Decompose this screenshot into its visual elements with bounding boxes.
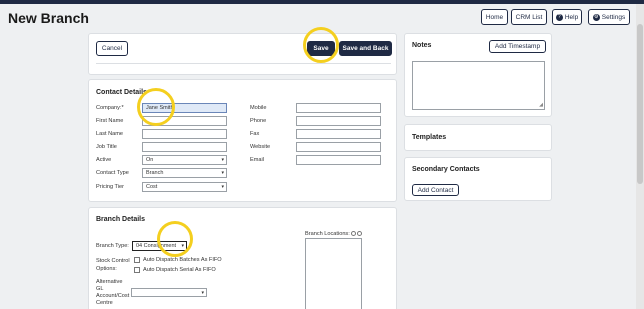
mobile-input[interactable]	[296, 103, 381, 113]
auto-dispatch-batches-label: Auto Dispatch Batches As FIFO	[143, 257, 222, 263]
job-title-input[interactable]	[142, 142, 227, 152]
top-strip	[0, 0, 644, 4]
stock-control-label: Stock Control	[96, 258, 130, 264]
add-location-icon[interactable]	[351, 231, 356, 236]
fax-input[interactable]	[296, 129, 381, 139]
templates-card: Templates	[404, 124, 552, 151]
contact-type-label: Contact Type	[96, 170, 129, 176]
phone-label: Phone	[250, 118, 267, 124]
company-label: Company:*	[96, 105, 124, 111]
help-button[interactable]: ? Help	[552, 9, 582, 25]
job-title-label: Job Title	[96, 144, 117, 150]
scrollbar-thumb[interactable]	[637, 24, 643, 184]
crm-list-label: CRM List	[515, 13, 543, 21]
help-label: Help	[564, 13, 579, 21]
action-bar-card: Cancel Save Save and Back	[88, 33, 397, 75]
chevron-down-icon: ▾	[221, 157, 224, 163]
alt-gl-select[interactable]: ▾	[131, 288, 207, 297]
notes-card: Notes Add Timestamp ◢	[404, 33, 552, 117]
chevron-down-icon: ▾	[181, 243, 184, 249]
auto-dispatch-serial-checkbox[interactable]	[134, 267, 140, 273]
branch-details-card: Branch Details Branch Type: 04 Consignme…	[88, 207, 397, 309]
stock-control-options-label: Options:	[96, 266, 117, 272]
chevron-down-icon: ▾	[201, 289, 204, 296]
branch-details-title: Branch Details	[96, 216, 146, 223]
help-icon: ?	[555, 13, 563, 21]
auto-dispatch-batches-checkbox[interactable]	[134, 257, 140, 263]
alt-gl-label-4: Centre	[96, 300, 113, 306]
active-select[interactable]: On ▾	[142, 155, 227, 165]
crm-list-button[interactable]: CRM List	[511, 9, 547, 25]
website-label: Website	[250, 144, 271, 150]
templates-title: Templates	[412, 134, 447, 141]
gear-icon: ⚙	[592, 13, 600, 21]
chevron-down-icon: ▾	[221, 170, 224, 176]
page-scrollbar[interactable]	[636, 4, 644, 309]
contact-details-title: Contact Details	[96, 89, 147, 96]
add-timestamp-button[interactable]: Add Timestamp	[489, 40, 546, 53]
pricing-tier-label: Pricing Tier	[96, 184, 124, 190]
notes-textarea[interactable]: ◢	[412, 61, 545, 110]
home-button[interactable]: Home	[481, 9, 508, 25]
page-title: New Branch	[8, 10, 89, 26]
fax-label: Fax	[250, 131, 260, 137]
cancel-button[interactable]: Cancel	[96, 41, 128, 56]
branch-locations-list[interactable]	[305, 238, 362, 309]
first-name-label: First Name	[96, 118, 124, 124]
active-value: On	[146, 157, 154, 163]
chevron-down-icon: ▾	[221, 184, 224, 190]
pricing-tier-value: Cost	[146, 184, 158, 190]
alt-gl-label-2: GL	[96, 286, 104, 292]
action-divider	[96, 63, 391, 64]
contact-details-card: Contact Details Company:* Jane Smith Fir…	[88, 79, 397, 202]
alt-gl-label-1: Alternative	[96, 279, 123, 285]
first-name-input[interactable]	[142, 116, 227, 126]
mobile-label: Mobile	[250, 105, 267, 111]
email-input[interactable]	[296, 155, 381, 165]
last-name-input[interactable]	[142, 129, 227, 139]
auto-dispatch-serial-label: Auto Dispatch Serial As FIFO	[143, 267, 216, 273]
alt-gl-label-3: Account/Cost	[96, 293, 130, 299]
branch-type-label: Branch Type:	[96, 243, 129, 249]
company-input[interactable]: Jane Smith	[142, 103, 227, 113]
save-and-back-button[interactable]: Save and Back	[339, 41, 392, 56]
secondary-contacts-card: Secondary Contacts Add Contact	[404, 157, 552, 201]
branch-locations-label: Branch Locations:	[305, 231, 350, 237]
home-label: Home	[485, 13, 504, 21]
secondary-contacts-title: Secondary Contacts	[412, 166, 480, 173]
settings-button[interactable]: ⚙ Settings	[588, 9, 630, 25]
notes-title: Notes	[412, 42, 432, 49]
branch-type-select[interactable]: 04 Consignment ▾	[132, 241, 187, 251]
add-contact-button[interactable]: Add Contact	[412, 184, 459, 196]
branch-type-value: 04 Consignment	[136, 243, 177, 249]
last-name-label: Last Name	[96, 131, 124, 137]
active-label: Active	[96, 157, 112, 163]
settings-label: Settings	[601, 13, 626, 21]
resize-grip-icon[interactable]: ◢	[539, 103, 543, 108]
pricing-tier-select[interactable]: Cost ▾	[142, 182, 227, 192]
remove-location-icon[interactable]	[357, 231, 362, 236]
contact-type-value: Branch	[146, 170, 164, 176]
website-input[interactable]	[296, 142, 381, 152]
save-button[interactable]: Save	[307, 41, 335, 56]
email-label: Email	[250, 157, 264, 163]
phone-input[interactable]	[296, 116, 381, 126]
contact-type-select[interactable]: Branch ▾	[142, 168, 227, 178]
